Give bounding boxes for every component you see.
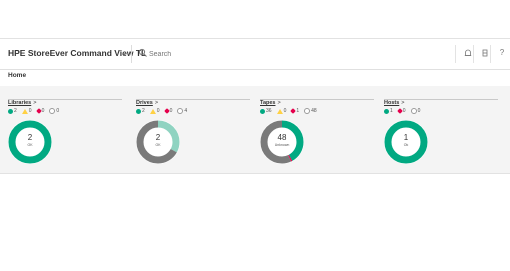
status-counts: 1 0 0	[384, 107, 422, 115]
status-counts: 2 0 0 0	[8, 107, 61, 115]
warning-count: 0	[156, 108, 160, 114]
unknown-status-icon	[410, 108, 417, 114]
chevron-down-icon[interactable]: ⌄	[121, 48, 128, 57]
critical-status-icon	[163, 108, 170, 114]
donut-value: 2	[27, 133, 33, 142]
unknown-status-icon	[304, 108, 311, 114]
critical-status-icon	[290, 108, 297, 114]
chevron-right-icon[interactable]: >	[33, 100, 36, 106]
unknown-count: 4	[184, 108, 188, 114]
donut-center: 2 OK	[8, 120, 52, 164]
ok-count: 2	[14, 108, 17, 114]
divider	[490, 45, 491, 63]
warning-count: 0	[283, 108, 287, 114]
donut-label: Ok	[403, 143, 409, 147]
donut-label: OK	[155, 143, 161, 147]
unknown-count: 48	[311, 108, 317, 114]
donut-value: 1	[403, 133, 409, 142]
drives-card: Drives > 2 0 0 4 2 OK	[136, 89, 250, 171]
card-header: Tapes >	[260, 91, 374, 106]
unknown-status-icon	[177, 108, 184, 114]
critical-count: 1	[296, 108, 300, 114]
ok-count: 36	[266, 108, 272, 114]
ok-status-icon	[384, 108, 389, 114]
card-header: Libraries >	[8, 91, 122, 106]
app-window: HPE StoreEver Command View TL ⌄ ? Home L…	[0, 38, 510, 174]
critical-status-icon	[396, 108, 403, 114]
critical-count: 0	[41, 108, 45, 114]
card-header: Drives >	[136, 91, 250, 106]
donut-center: 2 OK	[136, 120, 180, 164]
card-header: Hosts >	[384, 91, 498, 106]
donut-value: 2	[155, 133, 161, 142]
search-icon	[138, 48, 147, 57]
status-counts: 36 0 1 48	[260, 107, 319, 115]
drives-link[interactable]: Drives	[136, 100, 153, 106]
unknown-count: 0	[417, 108, 421, 114]
tapes-card: Tapes > 36 0 1 48 48 Unknown	[260, 89, 374, 171]
divider	[131, 45, 132, 63]
status-counts: 2 0 0 4	[136, 107, 189, 115]
warning-status-icon	[21, 108, 28, 114]
breadcrumb-home[interactable]: Home	[8, 72, 26, 79]
ok-status-icon	[8, 108, 13, 114]
chevron-right-icon[interactable]: >	[278, 100, 281, 106]
hosts-card: Hosts > 1 0 0 1 Ok	[384, 89, 498, 171]
warning-count: 0	[28, 108, 32, 114]
ok-count: 2	[142, 108, 145, 114]
search-input[interactable]	[149, 47, 449, 61]
hosts-link[interactable]: Hosts	[384, 100, 399, 106]
unknown-count: 0	[56, 108, 60, 114]
chevron-right-icon[interactable]: >	[155, 100, 158, 106]
breadcrumb: Home	[0, 70, 510, 86]
divider	[455, 45, 456, 63]
critical-count: 0	[402, 108, 406, 114]
unknown-status-icon	[49, 108, 56, 114]
libraries-link[interactable]: Libraries	[8, 100, 31, 106]
donut-label: Unknown	[274, 143, 290, 147]
critical-count: 0	[169, 108, 173, 114]
ok-status-icon	[260, 108, 265, 114]
ok-status-icon	[136, 108, 141, 114]
help-icon[interactable]: ?	[496, 47, 508, 59]
libraries-card: Libraries > 2 0 0 0 2 OK	[8, 89, 122, 171]
donut-center: 48 Unknown	[260, 120, 304, 164]
ok-count: 1	[390, 108, 393, 114]
top-header: HPE StoreEver Command View TL ⌄ ?	[0, 39, 510, 70]
donut-center: 1 Ok	[384, 120, 428, 164]
donut-label: OK	[27, 143, 33, 147]
donut-value: 48	[277, 133, 287, 142]
tapes-link[interactable]: Tapes	[260, 100, 276, 106]
divider	[473, 45, 474, 63]
warning-status-icon	[276, 108, 283, 114]
critical-status-icon	[35, 108, 42, 114]
chevron-right-icon[interactable]: >	[401, 100, 404, 106]
warning-status-icon	[149, 108, 156, 114]
